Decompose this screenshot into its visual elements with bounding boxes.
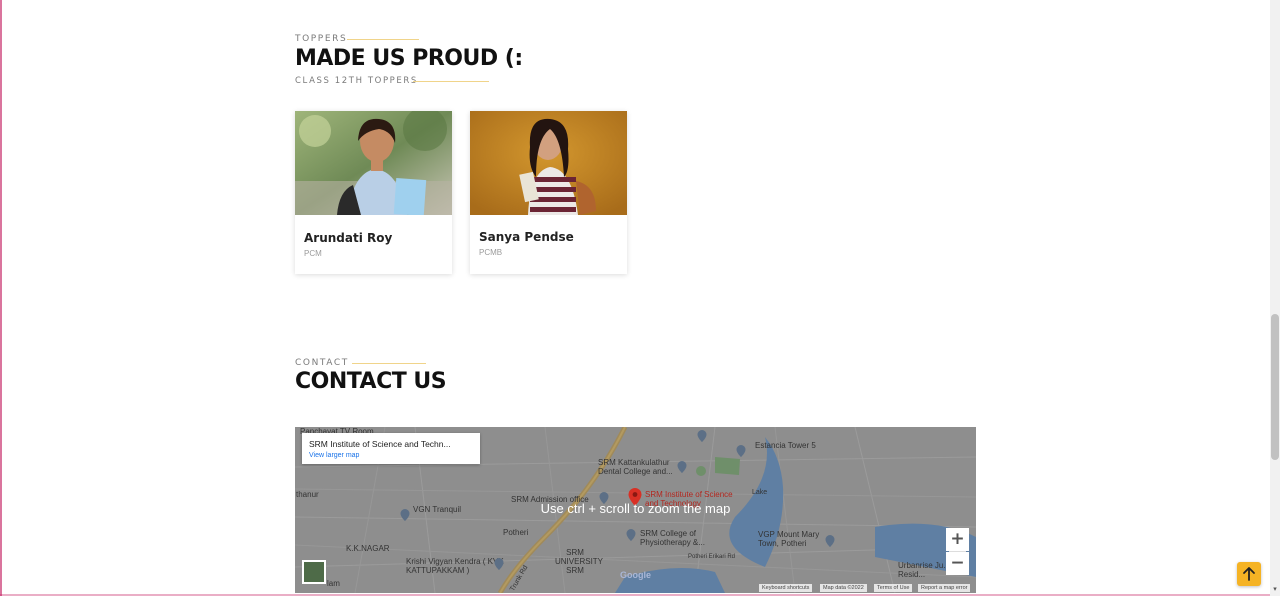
- map-place-icon[interactable]: [697, 430, 707, 442]
- map-label: SRM UNIVERSITY SRM: [555, 548, 604, 575]
- topper-stream: PCM: [304, 249, 322, 258]
- topper-photo: [470, 111, 627, 215]
- map-label: K.K.NAGAR: [346, 544, 390, 553]
- map-zoom-hint: Use ctrl + scroll to zoom the map: [540, 501, 731, 516]
- arrow-up-icon: [1243, 567, 1255, 581]
- google-logo: Google: [620, 570, 651, 580]
- toppers-eyebrow: TOPPERS: [295, 34, 348, 44]
- map-place-icon[interactable]: [736, 445, 746, 457]
- map-label: thanur: [296, 490, 319, 499]
- toppers-eyebrow-line: [347, 39, 419, 40]
- scroll-to-top-button[interactable]: [1237, 562, 1261, 586]
- topper-stream: PCMB: [479, 248, 503, 257]
- map-label: Estancia Tower 5: [755, 441, 816, 450]
- page-scrollbar[interactable]: ▾: [1270, 0, 1280, 596]
- toppers-title: MADE US PROUD (:: [295, 46, 523, 71]
- scroll-down-arrow-icon[interactable]: ▾: [1271, 586, 1279, 594]
- map-place-icon[interactable]: [494, 558, 504, 570]
- map-label: Lake: [752, 489, 768, 496]
- satellite-toggle[interactable]: [302, 560, 326, 584]
- map-place-icon[interactable]: [825, 535, 835, 547]
- keyboard-shortcuts-link[interactable]: Keyboard shortcuts: [759, 584, 813, 592]
- map-place-title: SRM Institute of Science and Techn...: [309, 439, 451, 449]
- topper-card[interactable]: Sanya Pendse PCMB: [470, 111, 627, 274]
- scrollbar-thumb[interactable]: [1271, 314, 1279, 460]
- map-label: Potheri Erikari Rd: [688, 554, 736, 560]
- embedded-map[interactable]: Panchayat TV Room Estancia Tower 5 SRM K…: [295, 427, 976, 593]
- topper-name: Sanya Pendse: [479, 230, 574, 244]
- topper-name: Arundati Roy: [304, 231, 393, 245]
- toppers-subtitle-line: [413, 81, 489, 82]
- map-data-label: Map data ©2022: [820, 584, 867, 592]
- zoom-in-button[interactable]: +: [946, 528, 969, 551]
- map-label: SRM College of Physiotherapy &...: [640, 529, 705, 547]
- map-label: Potheri: [503, 528, 529, 537]
- map-place-icon[interactable]: [626, 529, 636, 541]
- map-label: SRM Kattankulathur Dental College and...: [598, 458, 673, 476]
- report-map-error-link[interactable]: Report a map error: [918, 584, 971, 592]
- map-info-card: SRM Institute of Science and Techn... Vi…: [302, 433, 480, 464]
- page-left-border: [0, 0, 2, 596]
- zoom-out-button[interactable]: −: [946, 552, 969, 575]
- contact-eyebrow: CONTACT: [295, 358, 349, 368]
- toppers-subtitle: CLASS 12TH TOPPERS: [295, 76, 418, 86]
- map-place-icon[interactable]: [677, 461, 687, 473]
- topper-photo: [295, 111, 452, 215]
- view-larger-map-link[interactable]: View larger map: [309, 452, 359, 459]
- contact-eyebrow-line: [352, 363, 426, 364]
- map-label: lam: [327, 579, 340, 588]
- topper-card[interactable]: Arundati Roy PCM: [295, 111, 452, 274]
- contact-title: CONTACT US: [295, 369, 447, 394]
- terms-of-use-link[interactable]: Terms of Use: [874, 584, 913, 592]
